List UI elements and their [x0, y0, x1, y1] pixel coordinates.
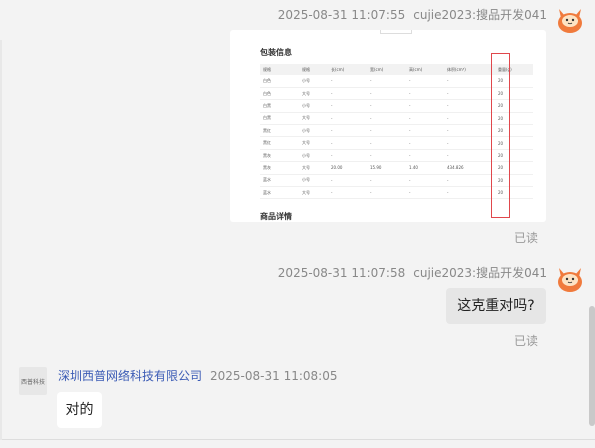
table-cell: 黑灰: [260, 161, 299, 175]
table-cell: -: [444, 99, 495, 113]
table-cell: -: [367, 112, 406, 126]
cartoon-cat-avatar-icon: [558, 9, 582, 33]
company-avatar[interactable]: 西普科技: [19, 367, 47, 395]
table-cell: -: [406, 75, 444, 88]
table-cell: 1.40: [406, 161, 444, 175]
read-status: 已读: [513, 231, 538, 245]
message-bubble[interactable]: 这克重对吗?: [446, 288, 546, 324]
left-edge: [0, 40, 2, 440]
shared-image-message[interactable]: 包装信息 规格 规格 长(cm) 宽(cm) 高(cm) 体积(cm³) 重量(…: [230, 30, 546, 222]
table-cell: -: [444, 75, 495, 88]
table-cell: -: [367, 75, 406, 88]
message-1-sender: cujie2023:搜品开发041: [413, 8, 547, 22]
table-cell: 蓝水: [260, 174, 299, 188]
table-cell: -: [367, 87, 406, 101]
table-cell: 大号: [299, 112, 328, 126]
message-3-meta: 深圳西普网络科技有限公司 2025-08-31 11:08:05: [58, 367, 337, 384]
table-cell: -: [328, 174, 367, 188]
table-cell: -: [367, 149, 406, 163]
table-cell: -: [444, 87, 495, 101]
message-2-sender: cujie2023:搜品开发041: [413, 266, 547, 280]
table-cell: -: [328, 112, 367, 126]
message-3-timestamp: 2025-08-31 11:08:05: [210, 369, 338, 383]
table-cell: -: [444, 136, 495, 150]
message-1-timestamp: 2025-08-31 11:07:55: [277, 8, 406, 22]
table-cell: -: [328, 124, 367, 138]
table-cell: -: [444, 174, 495, 188]
table-cell: 大号: [299, 87, 328, 101]
table-cell: 黑灰: [260, 149, 299, 163]
message-2-timestamp: 2025-08-31 11:07:58: [277, 266, 406, 280]
table-cell: 大号: [299, 136, 328, 150]
table-cell: 白黑: [260, 112, 299, 126]
table-cell: -: [406, 87, 444, 101]
table-cell: -: [406, 174, 444, 188]
table-cell: -: [328, 186, 367, 200]
table-cell: 白色: [260, 75, 299, 88]
column-header: 宽(cm): [367, 64, 406, 75]
table-cell: 小号: [299, 99, 328, 113]
divider: [0, 439, 595, 440]
avatar[interactable]: [555, 264, 585, 298]
table-cell: 434.826: [444, 161, 495, 175]
table-cell: -: [328, 136, 367, 150]
read-status: 已读: [513, 334, 538, 348]
table-cell: -: [444, 112, 495, 126]
table-cell: 白色: [260, 87, 299, 101]
table-cell: -: [328, 149, 367, 163]
table-cell: -: [328, 99, 367, 113]
table-cell: 小号: [299, 75, 328, 88]
table-cell: -: [406, 136, 444, 150]
column-header: 长(cm): [328, 64, 367, 75]
message-bubble[interactable]: 对的: [57, 392, 102, 428]
table-cell: -: [367, 99, 406, 113]
message-2-meta: 2025-08-31 11:07:58 cujie2023:搜品开发041: [278, 264, 547, 281]
table-cell: 大号: [299, 186, 328, 200]
table-cell: -: [406, 186, 444, 200]
table-cell: 小号: [299, 174, 328, 188]
weight-column-highlight: [491, 53, 510, 218]
table-cell: 黑红: [260, 124, 299, 138]
column-header: 高(cm): [406, 64, 444, 75]
column-header: 规格: [299, 64, 328, 75]
avatar[interactable]: [555, 5, 585, 39]
table-cell: -: [367, 174, 406, 188]
column-header: 体积(cm³): [444, 64, 495, 75]
company-name[interactable]: 深圳西普网络科技有限公司: [58, 369, 202, 383]
image-top-tab: [380, 30, 412, 34]
table-cell: -: [406, 124, 444, 138]
table-cell: 20.00: [328, 161, 367, 175]
image-section-title: 包装信息: [260, 48, 292, 57]
table-cell: -: [444, 186, 495, 200]
table-cell: -: [328, 87, 367, 101]
table-cell: 小号: [299, 124, 328, 138]
table-cell: -: [406, 112, 444, 126]
table-cell: -: [367, 186, 406, 200]
table-cell: 大号: [299, 161, 328, 175]
vertical-scrollbar[interactable]: [589, 306, 595, 426]
table-cell: -: [406, 99, 444, 113]
message-1-meta: 2025-08-31 11:07:55 cujie2023:搜品开发041: [278, 6, 547, 23]
table-cell: 小号: [299, 149, 328, 163]
table-cell: 15.90: [367, 161, 406, 175]
table-cell: -: [367, 124, 406, 138]
table-cell: -: [444, 124, 495, 138]
table-cell: -: [444, 149, 495, 163]
table-cell: 白黑: [260, 99, 299, 113]
table-cell: -: [406, 149, 444, 163]
table-cell: 黑红: [260, 136, 299, 150]
table-cell: -: [367, 136, 406, 150]
table-cell: 蓝水: [260, 186, 299, 200]
column-header: 规格: [260, 64, 299, 75]
table-cell: -: [328, 75, 367, 88]
cartoon-cat-avatar-icon: [558, 268, 582, 292]
image-footer-title: 商品详情: [260, 212, 292, 221]
